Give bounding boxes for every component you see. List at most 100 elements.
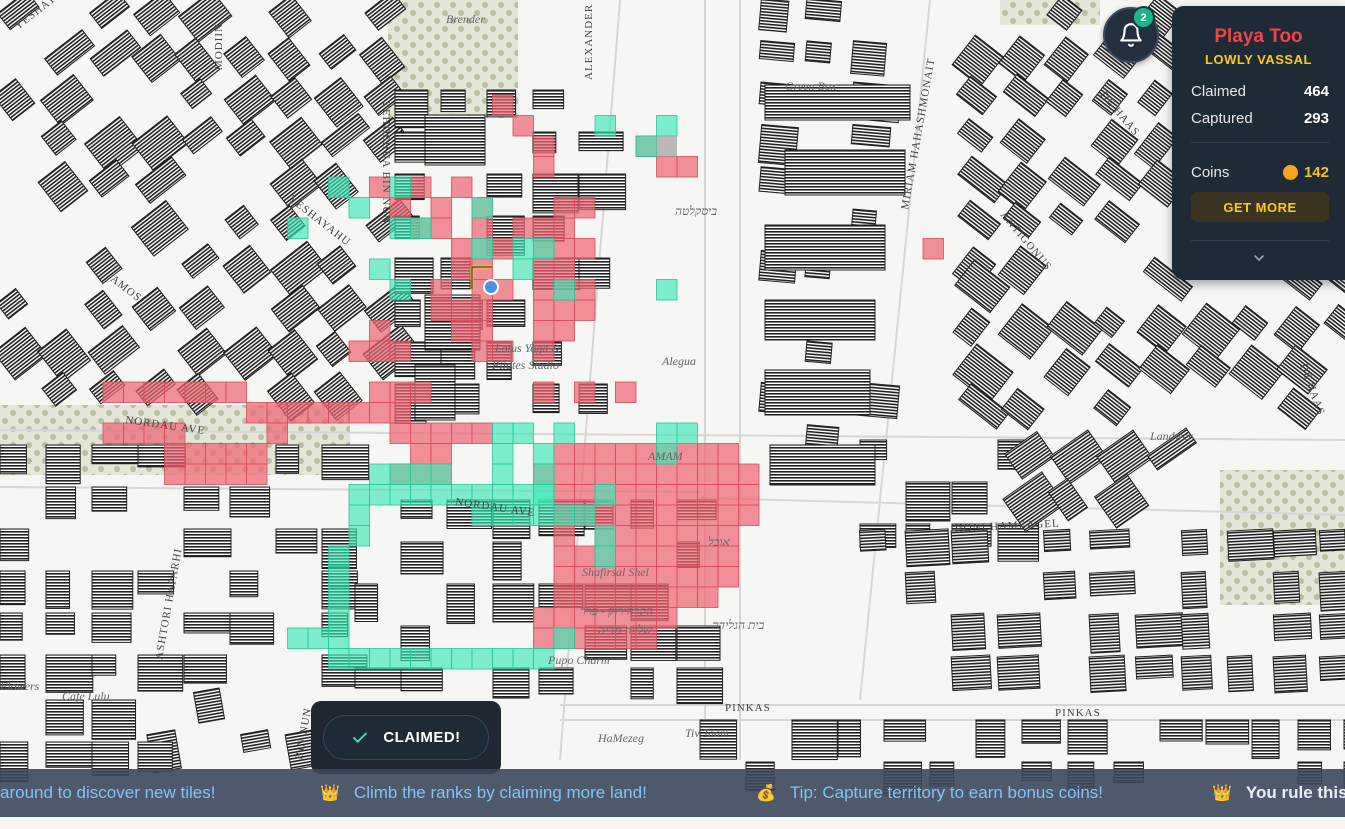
claimed-tile[interactable] xyxy=(574,381,596,403)
claimed-tile[interactable] xyxy=(553,197,575,219)
get-more-button[interactable]: GET MORE xyxy=(1191,192,1329,222)
claimed-tile[interactable] xyxy=(574,279,596,301)
claimed-tile[interactable] xyxy=(738,463,760,485)
claimed-tile[interactable] xyxy=(594,463,616,485)
claimed-tile[interactable] xyxy=(512,115,534,137)
claimed-tile[interactable] xyxy=(328,402,350,424)
claimed-tile[interactable] xyxy=(574,627,596,649)
captured-tile[interactable] xyxy=(430,484,452,506)
claimed-tile[interactable] xyxy=(225,381,247,403)
claimed-tile[interactable] xyxy=(512,217,534,239)
captured-tile[interactable] xyxy=(287,627,309,649)
claimed-tile[interactable] xyxy=(533,320,555,342)
captured-tile[interactable] xyxy=(328,607,350,629)
captured-tile[interactable] xyxy=(369,258,391,280)
claimed-tile[interactable] xyxy=(615,443,637,465)
city-map[interactable]: YESHAYAHUYESHAYAHUMODIINAMOSYEHOSHUA BIN… xyxy=(0,0,1345,829)
claimed-tile[interactable] xyxy=(553,525,575,547)
claimed-tile[interactable] xyxy=(574,443,596,465)
claimed-tile[interactable] xyxy=(615,504,637,526)
claimed-tile[interactable] xyxy=(225,463,247,485)
claimed-tile[interactable] xyxy=(656,607,678,629)
captured-tile[interactable] xyxy=(594,545,616,567)
captured-tile[interactable] xyxy=(512,484,534,506)
claimed-tile[interactable] xyxy=(553,217,575,239)
claimed-tile[interactable] xyxy=(635,463,657,485)
claimed-tile[interactable] xyxy=(471,422,493,444)
claimed-tile[interactable] xyxy=(676,566,698,588)
captured-tile[interactable] xyxy=(410,463,432,485)
claimed-tile[interactable] xyxy=(635,525,657,547)
claimed-tile[interactable] xyxy=(553,484,575,506)
claimed-tile[interactable] xyxy=(656,504,678,526)
captured-tile[interactable] xyxy=(533,443,555,465)
claimed-tile[interactable] xyxy=(451,176,473,198)
claimed-tile[interactable] xyxy=(738,484,760,506)
claimed-tile[interactable] xyxy=(389,402,411,424)
claimed-tile[interactable] xyxy=(553,586,575,608)
claimed-tile[interactable] xyxy=(697,504,719,526)
claimed-tile[interactable] xyxy=(635,484,657,506)
claimed-tile[interactable] xyxy=(410,381,432,403)
claimed-tile[interactable] xyxy=(471,258,493,280)
claimed-tile[interactable] xyxy=(164,443,186,465)
claimed-tile[interactable] xyxy=(266,422,288,444)
claimed-tile[interactable] xyxy=(574,484,596,506)
captured-tile[interactable] xyxy=(594,484,616,506)
claimed-tile[interactable] xyxy=(389,381,411,403)
captured-tile[interactable] xyxy=(307,627,329,649)
claimed-tile[interactable] xyxy=(676,156,698,178)
captured-tile[interactable] xyxy=(492,443,514,465)
claimed-tile[interactable] xyxy=(492,94,514,116)
captured-tile[interactable] xyxy=(512,258,534,280)
claimed-tile[interactable] xyxy=(225,443,247,465)
claimed-tile[interactable] xyxy=(553,443,575,465)
captured-tile[interactable] xyxy=(492,648,514,670)
claimed-tile[interactable] xyxy=(553,607,575,629)
captured-tile[interactable] xyxy=(328,545,350,567)
claimed-tile[interactable] xyxy=(676,586,698,608)
claimed-tile[interactable] xyxy=(656,463,678,485)
captured-tile[interactable] xyxy=(533,504,555,526)
claimed-tile[interactable] xyxy=(430,279,452,301)
captured-tile[interactable] xyxy=(553,279,575,301)
claimed-tile[interactable] xyxy=(697,586,719,608)
claimed-tile[interactable] xyxy=(533,299,555,321)
claimed-tile[interactable] xyxy=(430,197,452,219)
claimed-tile[interactable] xyxy=(471,217,493,239)
captured-tile[interactable] xyxy=(574,504,596,526)
claimed-tile[interactable] xyxy=(246,463,268,485)
claimed-tile[interactable] xyxy=(717,566,739,588)
claimed-tile[interactable] xyxy=(635,545,657,567)
captured-tile[interactable] xyxy=(389,176,411,198)
claimed-tile[interactable] xyxy=(143,381,165,403)
claimed-tile[interactable] xyxy=(389,340,411,362)
captured-tile[interactable] xyxy=(369,484,391,506)
claimed-tile[interactable] xyxy=(697,463,719,485)
claimed-tile[interactable] xyxy=(266,402,288,424)
claimed-tile[interactable] xyxy=(656,156,678,178)
claimed-tile[interactable] xyxy=(676,463,698,485)
claimed-tile[interactable] xyxy=(656,545,678,567)
claimed-tile[interactable] xyxy=(533,607,555,629)
claimed-tile[interactable] xyxy=(348,340,370,362)
claimed-tile[interactable] xyxy=(615,525,637,547)
claimed-tile[interactable] xyxy=(369,320,391,342)
captured-tile[interactable] xyxy=(328,648,350,670)
claimed-tile[interactable] xyxy=(533,156,555,178)
claimed-tile[interactable] xyxy=(635,504,657,526)
claimed-tile[interactable] xyxy=(574,238,596,260)
captured-tile[interactable] xyxy=(389,463,411,485)
claimed-tile[interactable] xyxy=(697,566,719,588)
neutral-tile[interactable] xyxy=(656,136,678,157)
claimed-tile[interactable] xyxy=(615,484,637,506)
captured-tile[interactable] xyxy=(389,279,411,301)
claimed-tile[interactable] xyxy=(574,197,596,219)
captured-tile[interactable] xyxy=(553,627,575,649)
claimed-tile[interactable] xyxy=(471,340,493,362)
claimed-tile[interactable] xyxy=(553,545,575,567)
claimed-tile[interactable] xyxy=(922,238,944,260)
claimed-tile[interactable] xyxy=(369,402,391,424)
captured-tile[interactable] xyxy=(348,484,370,506)
claimed-tile[interactable] xyxy=(246,443,268,465)
